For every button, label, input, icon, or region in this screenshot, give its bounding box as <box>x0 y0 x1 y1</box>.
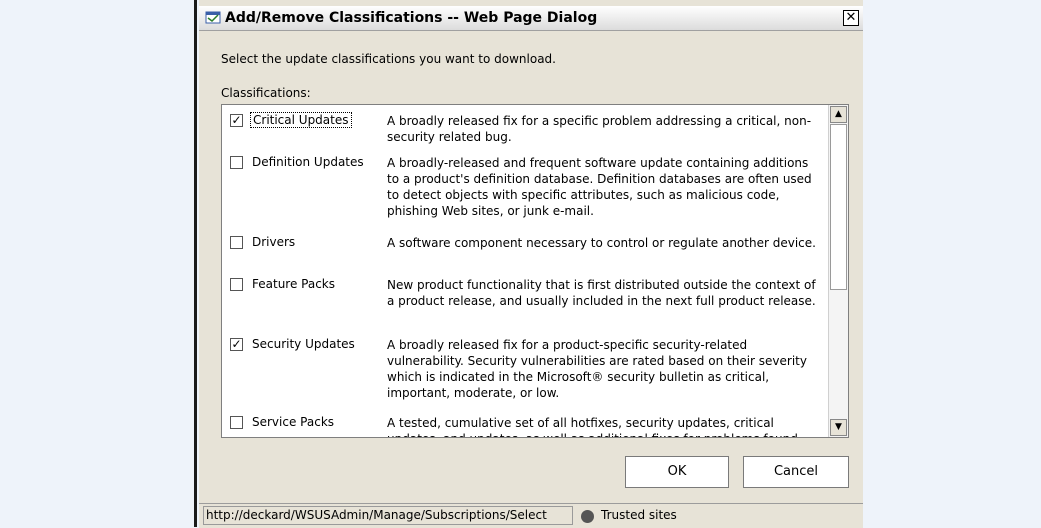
trusted-sites-icon <box>581 510 594 523</box>
checkbox-definition-updates[interactable] <box>230 156 243 169</box>
checkbox-feature-packs[interactable] <box>230 278 243 291</box>
classification-description: A broadly released fix for a product-spe… <box>387 338 807 400</box>
scroll-thumb[interactable] <box>830 124 847 290</box>
ok-button[interactable]: OK <box>625 456 729 488</box>
classification-name[interactable]: Definition Updates <box>252 155 364 169</box>
close-button[interactable]: ✕ <box>843 10 859 26</box>
dialog-title: Add/Remove Classifications -- Web Page D… <box>225 10 598 26</box>
checkbox-security-updates[interactable]: ✓ <box>230 338 243 351</box>
classifications-list[interactable]: ✓ Critical Updates A broadly released fi… <box>221 104 849 438</box>
classification-description: A software component necessary to contro… <box>387 236 816 250</box>
cancel-button[interactable]: Cancel <box>743 456 849 488</box>
checkbox-service-packs[interactable] <box>230 416 243 429</box>
classification-name[interactable]: Critical Updates <box>250 112 352 128</box>
classification-description: A tested, cumulative set of all hotfixes… <box>387 416 798 437</box>
classification-name[interactable]: Drivers <box>252 235 295 249</box>
scroll-up-icon[interactable]: ▲ <box>830 106 847 123</box>
scroll-down-icon[interactable]: ▼ <box>830 419 847 436</box>
checkbox-critical-updates[interactable]: ✓ <box>230 114 243 127</box>
web-page-dialog: Add/Remove Classifications -- Web Page D… <box>199 0 863 528</box>
dialog-icon <box>205 11 221 24</box>
classification-description: New product functionality that is first … <box>387 278 816 308</box>
classification-name[interactable]: Service Packs <box>252 415 334 429</box>
instruction-text: Select the update classifications you wa… <box>221 52 556 66</box>
classification-name[interactable]: Security Updates <box>252 337 355 351</box>
classifications-label: Classifications: <box>221 86 311 100</box>
security-zone-label: Trusted sites <box>601 508 677 522</box>
vertical-scrollbar[interactable]: ▲ ▼ <box>828 105 848 437</box>
classification-description: A broadly-released and frequent software… <box>387 156 812 218</box>
title-bar: Add/Remove Classifications -- Web Page D… <box>199 6 863 31</box>
classification-description: A broadly released fix for a specific pr… <box>387 114 812 144</box>
checkbox-drivers[interactable] <box>230 236 243 249</box>
classification-name[interactable]: Feature Packs <box>252 277 335 291</box>
status-bar: http://deckard/WSUSAdmin/Manage/Subscrip… <box>199 503 863 528</box>
page-left-border <box>194 0 197 527</box>
status-url: http://deckard/WSUSAdmin/Manage/Subscrip… <box>203 506 573 525</box>
